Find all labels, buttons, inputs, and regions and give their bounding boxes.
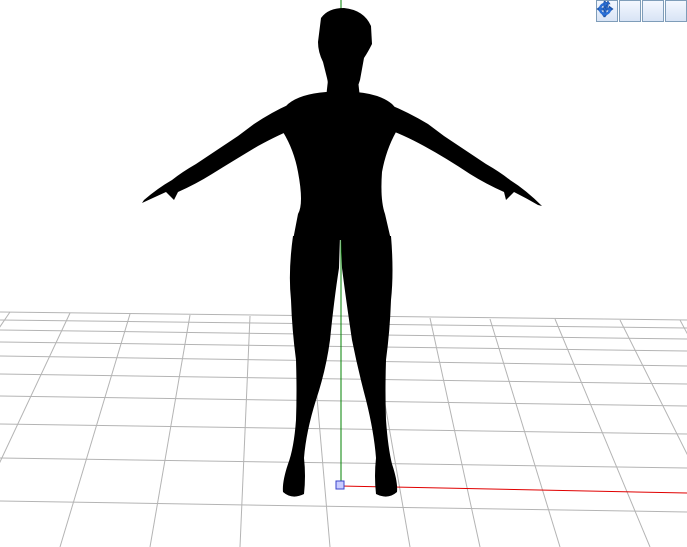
view-toolbar	[596, 0, 687, 24]
rotate-icon	[598, 0, 612, 16]
rotate-button[interactable]	[598, 0, 687, 22]
origin-marker[interactable]	[335, 480, 345, 490]
ground-grid	[0, 311, 687, 547]
move-model-button[interactable]	[597, 0, 641, 22]
character-silhouette[interactable]	[142, 8, 542, 497]
zoom-button[interactable]	[601, 0, 664, 22]
3d-viewport[interactable]	[0, 0, 687, 547]
scene-canvas[interactable]	[0, 0, 687, 547]
